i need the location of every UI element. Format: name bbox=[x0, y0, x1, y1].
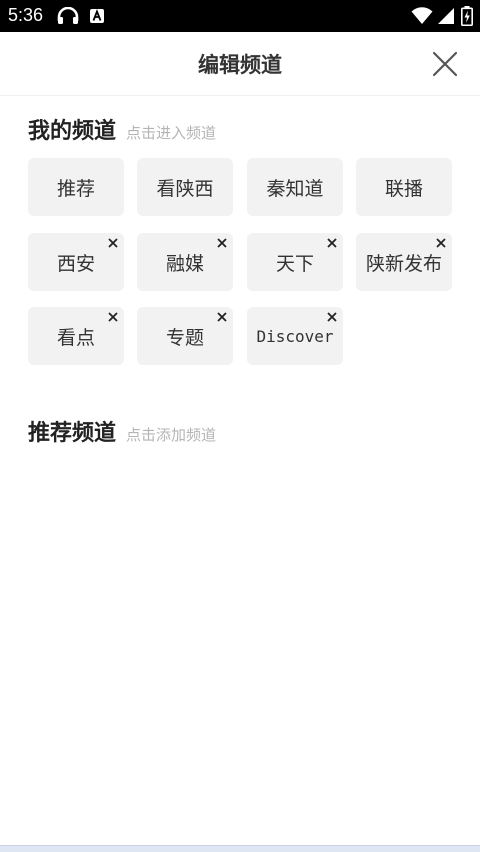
remove-channel-icon[interactable] bbox=[326, 237, 338, 249]
page-title: 编辑频道 bbox=[198, 53, 282, 77]
signal-icon bbox=[438, 8, 454, 24]
remove-channel-icon[interactable] bbox=[107, 311, 119, 323]
recommended-channels-hint: 点击添加频道 bbox=[126, 426, 217, 444]
channel-chip-qinzhidao[interactable]: 秦知道 bbox=[247, 158, 343, 216]
channel-chip-xian[interactable]: 西安 bbox=[28, 233, 124, 291]
channel-chip-discover[interactable]: Discover bbox=[247, 307, 343, 365]
channel-chip-kanshaanxi[interactable]: 看陕西 bbox=[137, 158, 233, 216]
channel-chip-tianxia[interactable]: 天下 bbox=[247, 233, 343, 291]
my-channels-hint: 点击进入频道 bbox=[126, 124, 217, 142]
my-channels-title: 我的频道 bbox=[28, 119, 117, 144]
channel-label: 融媒 bbox=[165, 252, 204, 275]
close-button[interactable] bbox=[428, 47, 462, 81]
bottom-edge bbox=[0, 845, 480, 852]
channel-chip-kandian[interactable]: 看点 bbox=[28, 307, 124, 365]
recommended-channels-header: 推荐频道 点击添加频道 bbox=[28, 415, 216, 447]
channel-label: 秦知道 bbox=[266, 177, 324, 200]
my-channels-header: 我的频道 点击进入频道 bbox=[28, 113, 216, 145]
remove-channel-icon[interactable] bbox=[326, 311, 338, 323]
headset-icon bbox=[57, 7, 79, 24]
remove-channel-icon[interactable] bbox=[216, 237, 228, 249]
channel-chip-lianbo[interactable]: 联播 bbox=[356, 158, 452, 216]
status-time: 5:36 bbox=[8, 5, 44, 25]
remove-channel-icon[interactable] bbox=[107, 237, 119, 249]
channel-chip-tuijian[interactable]: 推荐 bbox=[28, 158, 124, 216]
channel-label: 看点 bbox=[56, 326, 95, 349]
channel-label: 专题 bbox=[165, 326, 204, 349]
channel-label: 西安 bbox=[56, 252, 95, 275]
wifi-icon bbox=[411, 7, 433, 24]
recommended-channels-title: 推荐频道 bbox=[28, 421, 117, 446]
channel-label: 看陕西 bbox=[156, 177, 214, 200]
channel-label: 天下 bbox=[275, 252, 314, 275]
channel-label: 陕新发布 bbox=[365, 252, 442, 275]
close-icon bbox=[432, 51, 458, 77]
channel-chip-zhuanti[interactable]: 专题 bbox=[137, 307, 233, 365]
channel-label: 推荐 bbox=[56, 177, 95, 200]
channel-chip-rongmei[interactable]: 融媒 bbox=[137, 233, 233, 291]
remove-channel-icon[interactable] bbox=[435, 237, 447, 249]
a-notification-icon bbox=[90, 9, 104, 23]
channel-chip-shaanxinfabu[interactable]: 陕新发布 bbox=[356, 233, 452, 291]
channel-label: 联播 bbox=[384, 177, 423, 200]
channel-label: Discover bbox=[256, 326, 334, 346]
battery-icon bbox=[461, 6, 473, 26]
remove-channel-icon[interactable] bbox=[216, 311, 228, 323]
header: 编辑频道 bbox=[0, 32, 480, 96]
status-bar: 5:36 bbox=[0, 0, 480, 32]
